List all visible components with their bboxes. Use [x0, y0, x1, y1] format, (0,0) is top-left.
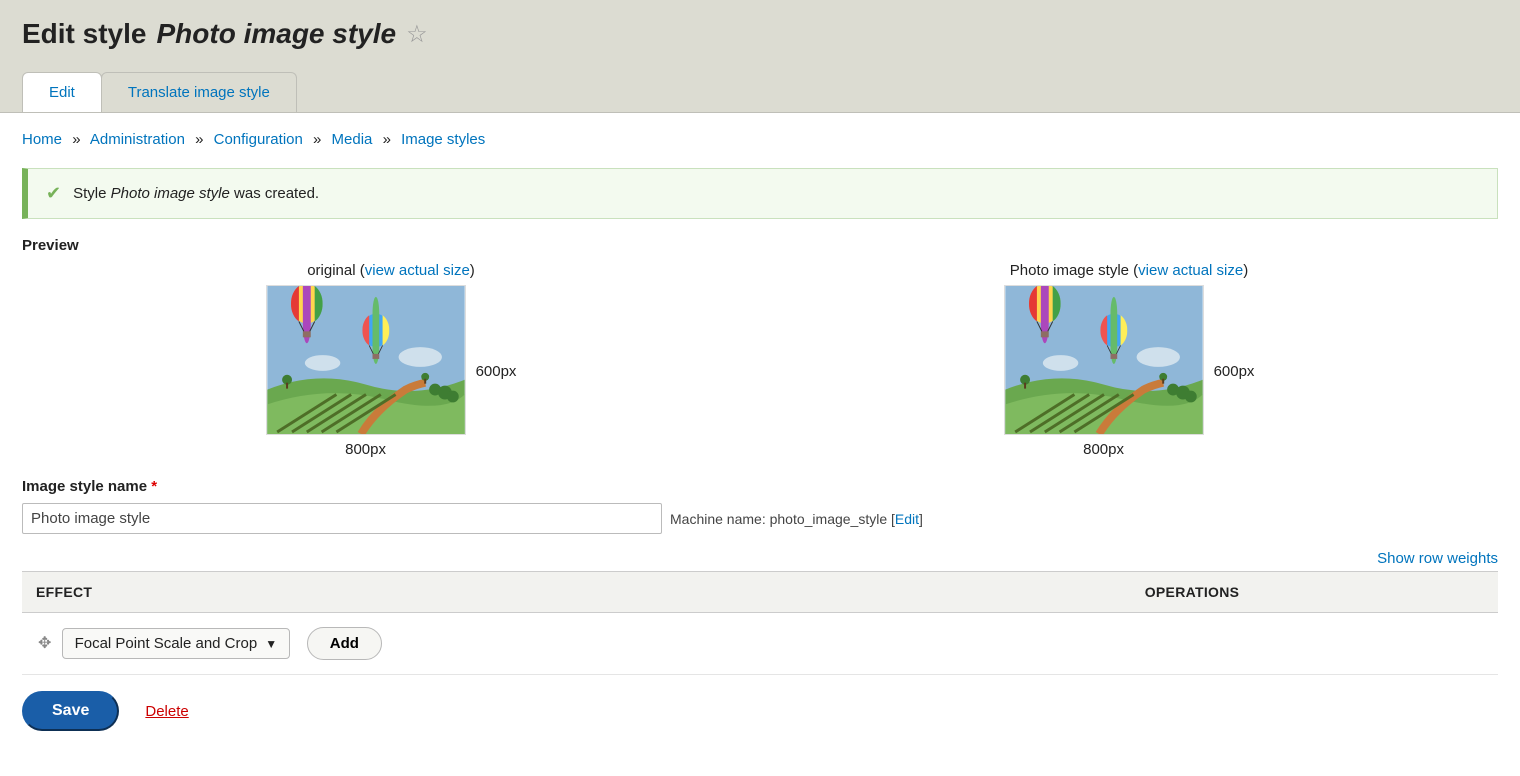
- show-row-weights-link[interactable]: Show row weights: [1377, 550, 1498, 567]
- delete-link[interactable]: Delete: [145, 703, 188, 720]
- save-button[interactable]: Save: [22, 691, 119, 731]
- page-title-style-name: Photo image style: [156, 18, 396, 50]
- status-suffix: was created.: [234, 185, 319, 202]
- image-style-name-input[interactable]: [22, 503, 662, 534]
- star-icon[interactable]: ☆: [406, 20, 428, 49]
- machine-name-display: Machine name: photo_image_style [Edit]: [670, 511, 923, 527]
- chevron-down-icon: ▼: [265, 637, 277, 651]
- primary-tabs: Edit Translate image style: [22, 72, 1498, 112]
- preview-styled: Photo image style (view actual size) 800…: [1004, 262, 1255, 458]
- preview-label: Preview: [22, 237, 1498, 254]
- page-title-prefix: Edit style: [22, 18, 146, 50]
- preview-original-height: 600px: [476, 363, 517, 380]
- preview-styled-link[interactable]: view actual size: [1138, 262, 1243, 279]
- breadcrumb-media[interactable]: Media: [332, 131, 373, 148]
- preview-styled-label: Photo image style: [1010, 262, 1129, 279]
- preview-original-width: 800px: [266, 441, 466, 458]
- page-title: Edit style Photo image style ☆: [22, 18, 1498, 50]
- checkmark-icon: ✔: [46, 183, 61, 204]
- preview-styled-height: 600px: [1214, 363, 1255, 380]
- preview-original: original (view actual size) 800px 600px: [266, 262, 517, 458]
- drag-handle-icon[interactable]: ✥: [32, 635, 57, 652]
- status-prefix: Style: [73, 185, 106, 202]
- breadcrumb-administration[interactable]: Administration: [90, 131, 185, 148]
- tab-translate[interactable]: Translate image style: [101, 72, 297, 112]
- status-style-name: Photo image style: [111, 185, 230, 202]
- effects-table: EFFECT OPERATIONS ✥ Focal Point Scale an…: [22, 571, 1498, 675]
- table-row: ✥ Focal Point Scale and Crop ▼ Add: [22, 613, 1498, 675]
- tab-edit[interactable]: Edit: [22, 72, 102, 112]
- effects-header-effect: EFFECT: [22, 572, 1131, 613]
- effect-select[interactable]: Focal Point Scale and Crop ▼: [62, 628, 291, 659]
- breadcrumb-configuration[interactable]: Configuration: [214, 131, 303, 148]
- status-message: ✔ Style Photo image style was created.: [22, 168, 1498, 219]
- preview-styled-width: 800px: [1004, 441, 1204, 458]
- preview-styled-image: [1004, 285, 1204, 435]
- breadcrumb-image-styles[interactable]: Image styles: [401, 131, 485, 148]
- preview-original-image: [266, 285, 466, 435]
- preview-original-link[interactable]: view actual size: [365, 262, 470, 279]
- preview-original-label: original: [307, 262, 355, 279]
- machine-name-edit-link[interactable]: Edit: [895, 511, 919, 527]
- add-button[interactable]: Add: [307, 627, 382, 660]
- effects-header-operations: OPERATIONS: [1131, 572, 1498, 613]
- breadcrumb: Home » Administration » Configuration » …: [22, 131, 1498, 148]
- breadcrumb-home[interactable]: Home: [22, 131, 62, 148]
- image-style-name-label: Image style name *: [22, 478, 1498, 495]
